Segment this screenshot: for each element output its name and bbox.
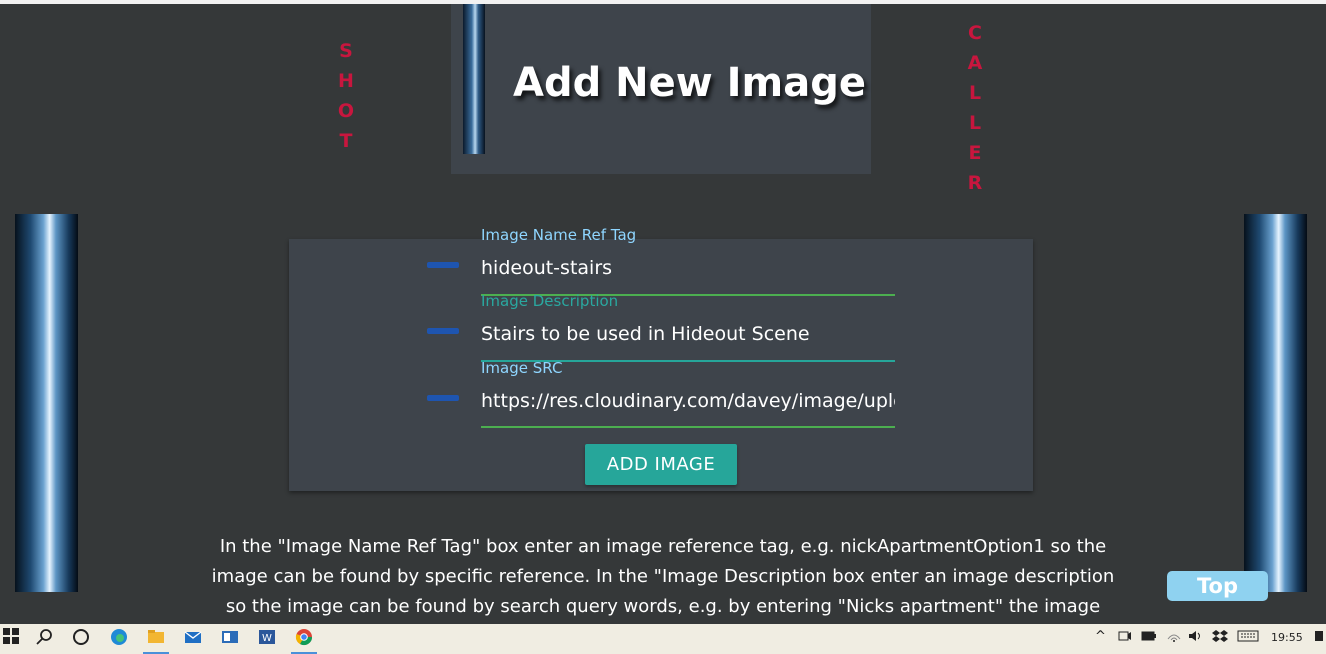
- add-image-button[interactable]: ADD IMAGE: [585, 444, 737, 485]
- vertical-letter: H: [338, 70, 354, 92]
- windows-start-icon[interactable]: [0, 628, 22, 650]
- word-icon[interactable]: W: [256, 628, 278, 650]
- vertical-letter: L: [968, 112, 982, 134]
- left-side-image: [15, 214, 78, 592]
- image-name-label: Image Name Ref Tag: [481, 226, 637, 244]
- top-button[interactable]: Top: [1167, 571, 1268, 601]
- wifi-icon[interactable]: [1166, 629, 1182, 647]
- chrome-icon[interactable]: [293, 628, 315, 650]
- dropbox-icon[interactable]: [1212, 629, 1228, 647]
- keyboard-icon[interactable]: [1237, 629, 1259, 647]
- vertical-letter: S: [339, 40, 353, 62]
- vertical-letter: A: [967, 52, 983, 74]
- svg-text:W: W: [262, 633, 272, 644]
- vertical-letter: E: [968, 142, 982, 164]
- vertical-text-shot: S H O T: [336, 36, 356, 156]
- field-marker: [427, 328, 459, 334]
- vertical-letter: T: [339, 130, 353, 152]
- page-title: Add New Image: [513, 60, 866, 106]
- file-explorer-icon[interactable]: [145, 628, 167, 650]
- battery-icon[interactable]: [1141, 629, 1157, 647]
- meet-icon[interactable]: [1118, 629, 1132, 647]
- notification-icon[interactable]: [1314, 629, 1324, 647]
- field-marker: [427, 262, 459, 268]
- right-side-image: [1244, 214, 1307, 592]
- clock[interactable]: 19:55: [1271, 631, 1303, 644]
- taskbar: W ^ 19:55: [0, 624, 1326, 654]
- edge-icon[interactable]: [108, 628, 130, 650]
- image-name-input[interactable]: [481, 253, 895, 283]
- image-src-input[interactable]: [481, 386, 895, 416]
- mail-icon[interactable]: [182, 628, 204, 650]
- vertical-letter: R: [967, 172, 983, 194]
- vertical-text-caller: C A L L E R: [965, 18, 985, 198]
- vertical-letter: O: [337, 100, 355, 122]
- page-header: Add New Image: [451, 4, 871, 174]
- image-description-input[interactable]: [481, 319, 895, 349]
- vertical-letter: L: [968, 82, 982, 104]
- header-image: [463, 4, 485, 154]
- search-icon[interactable]: [34, 628, 56, 650]
- outlook-icon[interactable]: [219, 628, 241, 650]
- volume-icon[interactable]: [1188, 629, 1204, 647]
- field-marker: [427, 395, 459, 401]
- chevron-up-icon[interactable]: ^: [1095, 629, 1106, 644]
- vertical-letter: C: [968, 22, 982, 44]
- image-src-underline: [481, 426, 895, 428]
- image-src-label: Image SRC: [481, 359, 563, 377]
- image-description-label: Image Description: [481, 292, 619, 310]
- task-view-icon[interactable]: [70, 628, 92, 650]
